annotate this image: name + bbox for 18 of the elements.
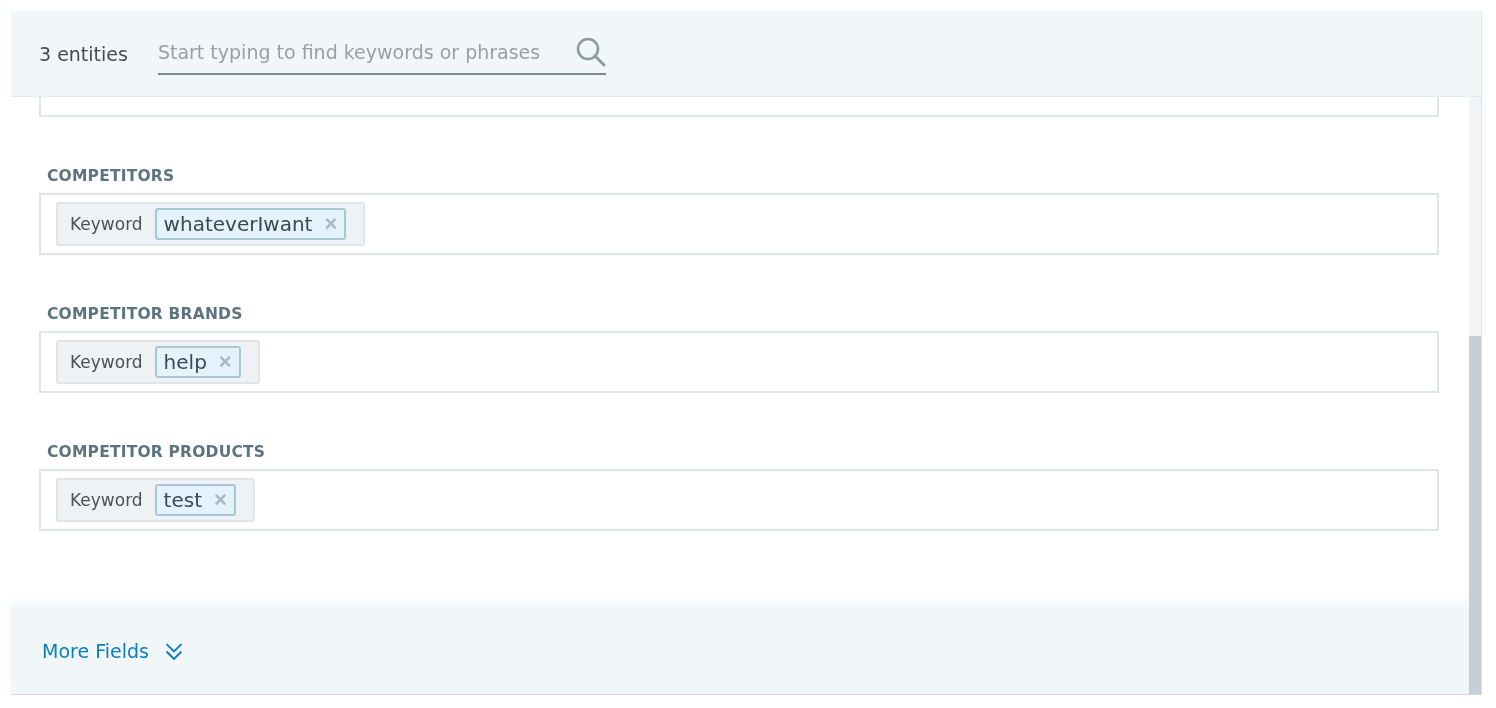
tag-type-label: Keyword: [70, 352, 143, 372]
keyword-value: help: [163, 350, 207, 374]
tag-field[interactable]: Keyword help ×: [39, 331, 1439, 393]
search-icon[interactable]: [574, 36, 606, 67]
field-label: COMPETITORS: [47, 167, 176, 185]
field-label: COMPETITOR PRODUCTS: [47, 443, 267, 461]
tag-type-label: Keyword: [70, 490, 143, 510]
more-fields-button[interactable]: More Fields: [42, 640, 183, 662]
entity-count: 3 entities: [39, 42, 128, 65]
field-label: COMPETITOR BRANDS: [47, 305, 244, 323]
scrollbar-thumb[interactable]: [1469, 335, 1481, 694]
tag-field[interactable]: Keyword test ×: [39, 469, 1439, 531]
keyword-value: whateverIwant: [163, 212, 313, 236]
search-field[interactable]: Start typing to find keywords or phrases: [157, 32, 606, 75]
keyword-value: test: [163, 488, 203, 512]
scrollbar[interactable]: [1469, 97, 1481, 694]
tag-field[interactable]: Keyword whateverIwant ×: [39, 193, 1439, 255]
tag-type-label: Keyword: [70, 214, 143, 234]
